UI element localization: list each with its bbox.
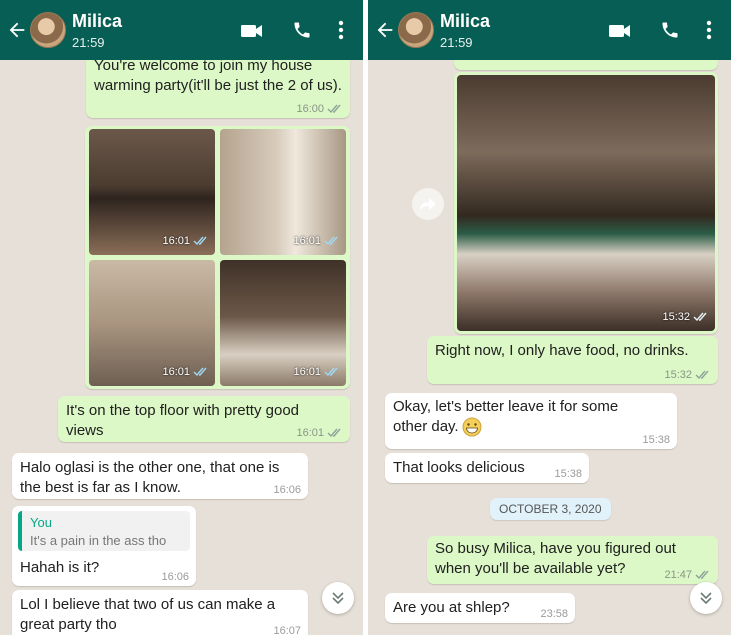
message-meta: 16:06 bbox=[161, 571, 189, 583]
incoming-message[interactable]: That looks delicious 15:38 bbox=[385, 453, 589, 483]
message-meta: 21:47 bbox=[664, 569, 711, 581]
message-text: So busy Milica, have you figured out whe… bbox=[435, 540, 676, 577]
grinning-face-emoji-icon bbox=[462, 417, 482, 437]
message-text: Right now, I only have food, no drinks. bbox=[435, 342, 689, 359]
message-time: 16:01 bbox=[296, 427, 324, 439]
chat-header: Milica 21:59 bbox=[0, 0, 363, 60]
read-ticks-icon bbox=[327, 104, 341, 114]
message-time: 16:01 bbox=[293, 235, 321, 247]
message-meta: 15:38 bbox=[554, 468, 582, 480]
message-time: 16:06 bbox=[273, 484, 301, 496]
scroll-to-bottom-button[interactable] bbox=[322, 582, 354, 614]
message-text: You're welcome to join my house warming … bbox=[94, 57, 342, 94]
message-time: 16:01 bbox=[162, 366, 190, 378]
chat-panel-left: Milica 21:59 You're welcome to join my h… bbox=[0, 0, 363, 635]
message-meta: 16:07 bbox=[273, 625, 301, 635]
outgoing-photo-message[interactable]: 15:32 bbox=[454, 72, 718, 334]
last-seen-time: 21:59 bbox=[72, 35, 105, 50]
message-meta: 16:00 bbox=[296, 103, 343, 115]
contact-name[interactable]: Milica bbox=[440, 11, 490, 32]
message-meta: 16:06 bbox=[273, 484, 301, 496]
incoming-message[interactable]: Okay, let's better leave it for some oth… bbox=[385, 393, 677, 449]
message-list[interactable]: You're welcome to join my house warming … bbox=[0, 52, 363, 635]
quoted-message[interactable]: You It's a pain in the ass tho bbox=[18, 511, 190, 551]
message-text: Okay, let's better leave it for some oth… bbox=[393, 398, 619, 435]
read-ticks-icon bbox=[695, 370, 709, 380]
outgoing-message[interactable]: So busy Milica, have you figured out whe… bbox=[427, 536, 718, 584]
date-separator: OCTOBER 3, 2020 bbox=[490, 498, 611, 520]
video-call-icon[interactable] bbox=[240, 22, 264, 40]
read-ticks-icon bbox=[695, 570, 709, 580]
outgoing-message[interactable]: You're welcome to join my house warming … bbox=[86, 52, 350, 118]
message-meta: 16:01 bbox=[296, 427, 343, 439]
message-time: 16:00 bbox=[296, 103, 324, 115]
back-arrow-icon[interactable] bbox=[374, 19, 396, 41]
scroll-to-bottom-button[interactable] bbox=[690, 582, 722, 614]
incoming-message[interactable]: Lol I believe that two of us can make a … bbox=[12, 590, 308, 635]
message-meta: 15:38 bbox=[642, 434, 670, 446]
incoming-message[interactable]: Are you at shlep? 23:58 bbox=[385, 593, 575, 623]
read-ticks-icon bbox=[193, 367, 207, 377]
read-ticks-icon bbox=[193, 236, 207, 246]
video-call-icon[interactable] bbox=[608, 22, 632, 40]
quote-text: It's a pain in the ass tho bbox=[30, 533, 167, 548]
incoming-message[interactable]: Halo oglasi is the other one, that one i… bbox=[12, 453, 308, 499]
incoming-reply-message[interactable]: You It's a pain in the ass tho Hahah is … bbox=[12, 506, 196, 586]
message-time: 16:01 bbox=[162, 235, 190, 247]
more-options-icon[interactable] bbox=[338, 20, 344, 40]
back-arrow-icon[interactable] bbox=[6, 19, 28, 41]
more-options-icon[interactable] bbox=[706, 20, 712, 40]
message-text: Are you at shlep? bbox=[393, 599, 510, 616]
message-time: 16:07 bbox=[273, 625, 301, 635]
message-time: 21:47 bbox=[664, 569, 692, 581]
message-time: 15:32 bbox=[662, 311, 690, 323]
read-ticks-icon bbox=[324, 236, 338, 246]
phone-call-icon[interactable] bbox=[660, 20, 680, 40]
chat-header: Milica 21:59 bbox=[368, 0, 731, 60]
photo-thumbnail[interactable]: 16:01 bbox=[220, 129, 346, 255]
photo-thumbnail[interactable]: 16:01 bbox=[89, 129, 215, 255]
contact-avatar[interactable] bbox=[398, 12, 434, 48]
double-chevron-down-icon bbox=[332, 592, 344, 605]
chat-panel-right: Milica 21:59 15:32 Right now, I only hav… bbox=[368, 0, 731, 635]
message-text: It's on the top floor with pretty good v… bbox=[66, 402, 299, 439]
message-list[interactable]: 15:32 Right now, I only have food, no dr… bbox=[368, 40, 731, 635]
message-time: 16:01 bbox=[293, 366, 321, 378]
message-text: Hahah is it? bbox=[20, 559, 100, 576]
quote-author: You bbox=[30, 515, 52, 530]
outgoing-photo-album[interactable]: 16:01 16:01 16:01 16:01 bbox=[85, 126, 350, 389]
message-text: That looks delicious bbox=[393, 459, 525, 476]
message-meta: 15:32 bbox=[664, 369, 711, 381]
contact-avatar[interactable] bbox=[30, 12, 66, 48]
outgoing-message[interactable]: Right now, I only have food, no drinks. … bbox=[427, 336, 718, 384]
phone-call-icon[interactable] bbox=[292, 20, 312, 40]
message-time: 15:32 bbox=[664, 369, 692, 381]
forward-button[interactable] bbox=[412, 188, 444, 220]
message-meta: 23:58 bbox=[540, 608, 568, 620]
read-ticks-icon bbox=[327, 428, 341, 438]
read-ticks-icon bbox=[693, 312, 707, 322]
photo-thumbnail[interactable]: 15:32 bbox=[457, 75, 715, 331]
message-text: Halo oglasi is the other one, that one i… bbox=[20, 459, 280, 496]
message-time: 16:06 bbox=[161, 571, 189, 583]
forward-icon bbox=[420, 198, 436, 211]
photo-thumbnail[interactable]: 16:01 bbox=[220, 260, 346, 386]
outgoing-message[interactable]: It's on the top floor with pretty good v… bbox=[58, 396, 350, 442]
contact-name[interactable]: Milica bbox=[72, 11, 122, 32]
message-time: 15:38 bbox=[554, 468, 582, 480]
double-chevron-down-icon bbox=[700, 592, 712, 605]
message-time: 23:58 bbox=[540, 608, 568, 620]
message-text: Lol I believe that two of us can make a … bbox=[20, 596, 276, 633]
last-seen-time: 21:59 bbox=[440, 35, 473, 50]
photo-thumbnail[interactable]: 16:01 bbox=[89, 260, 215, 386]
message-time: 15:38 bbox=[642, 434, 670, 446]
read-ticks-icon bbox=[324, 367, 338, 377]
